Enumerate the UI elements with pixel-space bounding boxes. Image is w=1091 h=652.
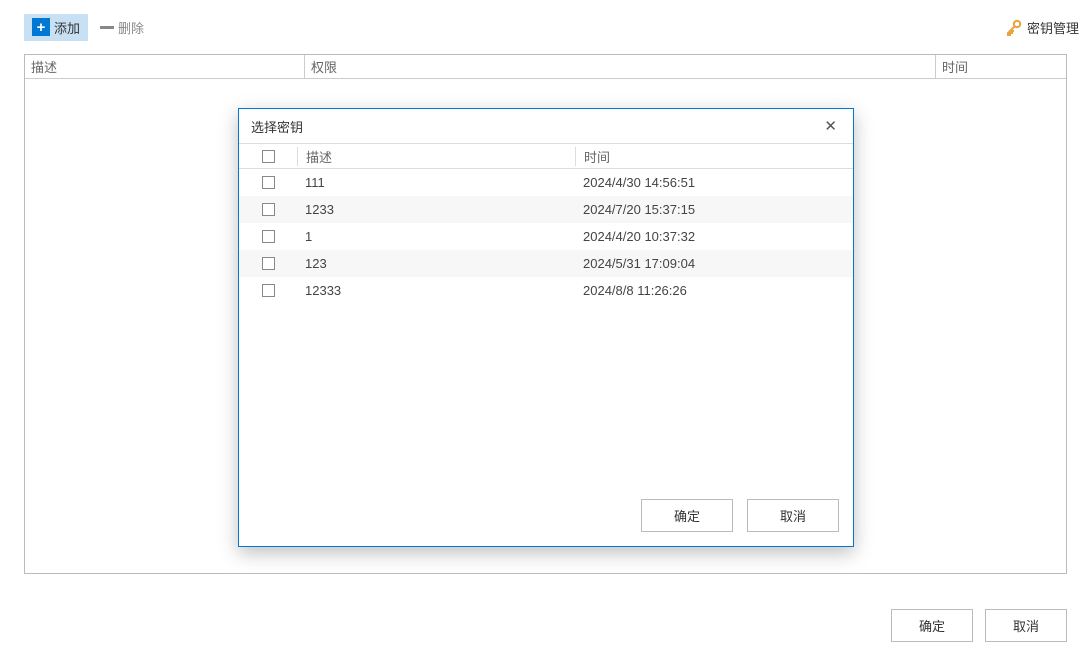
row-time: 2024/7/20 15:37:15 (575, 202, 853, 217)
row-desc: 12333 (297, 283, 575, 298)
key-icon (1005, 18, 1023, 36)
table-row[interactable]: 123 2024/5/31 17:09:04 (239, 250, 853, 277)
footer-cancel-button[interactable]: 取消 (985, 609, 1067, 642)
footer-buttons: 确定 取消 (891, 609, 1067, 642)
row-checkbox[interactable] (262, 257, 275, 270)
dialog-col-desc-header: 描述 (297, 147, 575, 166)
select-key-dialog: 选择密钥 ✕ 描述 时间 111 2024/4/30 14:56:51 1233… (238, 108, 854, 547)
dialog-title: 选择密钥 (251, 117, 820, 136)
main-col-time-header: 时间 (936, 55, 1066, 78)
table-row[interactable]: 111 2024/4/30 14:56:51 (239, 169, 853, 196)
dialog-cancel-button[interactable]: 取消 (747, 499, 839, 532)
add-button-label: 添加 (54, 18, 80, 37)
row-time: 2024/4/20 10:37:32 (575, 229, 853, 244)
row-checkbox[interactable] (262, 230, 275, 243)
close-icon: ✕ (824, 118, 837, 135)
minus-icon (100, 26, 114, 29)
dialog-table-body: 111 2024/4/30 14:56:51 1233 2024/7/20 15… (239, 169, 853, 489)
dialog-table-header: 描述 时间 (239, 143, 853, 169)
row-checkbox[interactable] (262, 176, 275, 189)
row-checkbox[interactable] (262, 284, 275, 297)
table-row[interactable]: 1 2024/4/20 10:37:32 (239, 223, 853, 250)
key-manage-button[interactable]: 密钥管理 (1005, 18, 1079, 37)
table-row[interactable]: 12333 2024/8/8 11:26:26 (239, 277, 853, 304)
row-checkbox[interactable] (262, 203, 275, 216)
row-desc: 1 (297, 229, 575, 244)
dialog-header: 选择密钥 ✕ (239, 109, 853, 143)
plus-icon: + (32, 18, 50, 36)
row-time: 2024/8/8 11:26:26 (575, 283, 853, 298)
footer-ok-button[interactable]: 确定 (891, 609, 973, 642)
delete-button[interactable]: 删除 (92, 14, 152, 41)
select-all-checkbox[interactable] (262, 150, 275, 163)
table-row[interactable]: 1233 2024/7/20 15:37:15 (239, 196, 853, 223)
main-col-perm-header: 权限 (305, 55, 936, 78)
row-time: 2024/5/31 17:09:04 (575, 256, 853, 271)
main-table-header: 描述 权限 时间 (25, 55, 1066, 79)
dialog-col-time-header: 时间 (575, 147, 853, 166)
add-button[interactable]: + 添加 (24, 14, 88, 41)
toolbar: + 添加 删除 密钥管理 (0, 0, 1091, 54)
toolbar-left: + 添加 删除 (24, 14, 152, 41)
row-desc: 111 (297, 175, 575, 190)
key-manage-label: 密钥管理 (1027, 18, 1079, 37)
dialog-close-button[interactable]: ✕ (820, 115, 841, 137)
main-col-desc-header: 描述 (25, 55, 305, 78)
delete-button-label: 删除 (118, 18, 144, 37)
dialog-col-check-header (239, 150, 297, 163)
row-time: 2024/4/30 14:56:51 (575, 175, 853, 190)
row-desc: 123 (297, 256, 575, 271)
row-desc: 1233 (297, 202, 575, 217)
dialog-footer: 确定 取消 (239, 489, 853, 546)
dialog-ok-button[interactable]: 确定 (641, 499, 733, 532)
